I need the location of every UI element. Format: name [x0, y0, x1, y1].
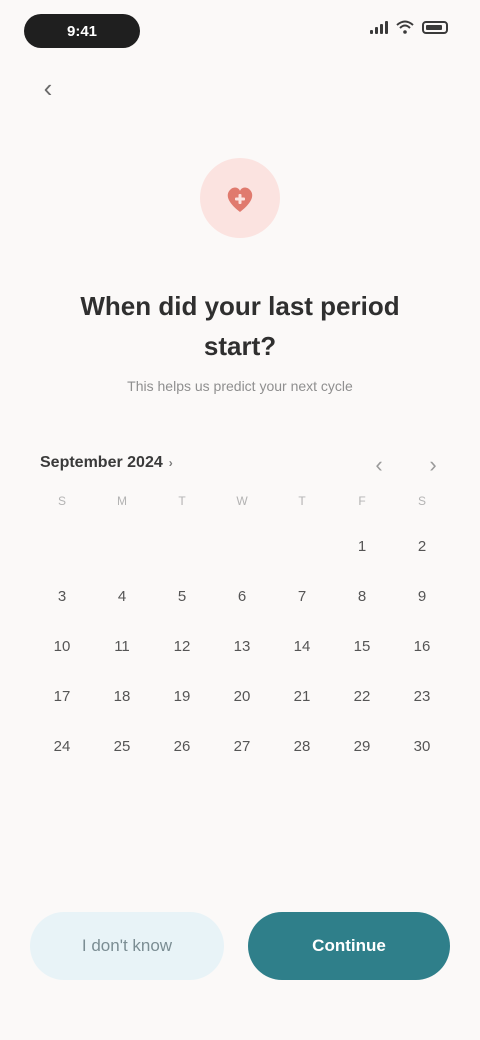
- weekday-label: M: [117, 494, 127, 508]
- calendar-day[interactable]: 8: [340, 574, 384, 618]
- calendar-day[interactable]: 9: [400, 574, 444, 618]
- calendar-day[interactable]: 7: [280, 574, 324, 618]
- weekday-label: S: [417, 494, 426, 508]
- calendar-day[interactable]: 25: [100, 724, 144, 768]
- calendar-day[interactable]: 16: [400, 624, 444, 668]
- calendar-day[interactable]: 4: [100, 574, 144, 618]
- calendar-day[interactable]: 15: [340, 624, 384, 668]
- calendar-day[interactable]: 2: [400, 524, 444, 568]
- calendar-day[interactable]: 14: [280, 624, 324, 668]
- calendar-day[interactable]: 29: [340, 724, 384, 768]
- calendar-day[interactable]: 17: [40, 674, 84, 718]
- calendar-day[interactable]: 20: [220, 674, 264, 718]
- calendar-day[interactable]: 18: [100, 674, 144, 718]
- calendar-day[interactable]: 22: [340, 674, 384, 718]
- calendar-day[interactable]: 19: [160, 674, 204, 718]
- calendar-day[interactable]: 24: [40, 724, 84, 768]
- page-title: When did your last period start?: [80, 291, 400, 361]
- weekday-label: W: [236, 494, 248, 508]
- calendar-day[interactable]: 23: [400, 674, 444, 718]
- calendar-day[interactable]: 30: [400, 724, 444, 768]
- month-selector[interactable]: September 2024 ›: [40, 454, 173, 472]
- status-time: 9:41: [24, 14, 140, 48]
- calendar-day[interactable]: 10: [40, 624, 84, 668]
- calendar-day[interactable]: 13: [220, 624, 264, 668]
- continue-button[interactable]: Continue: [248, 912, 450, 980]
- next-month-button[interactable]: ›: [418, 450, 448, 480]
- calendar-header: September 2024 › ‹ ›: [40, 448, 450, 482]
- status-icons: [370, 20, 448, 34]
- status-bar: 9:41: [0, 0, 480, 64]
- calendar-day[interactable]: 1: [340, 524, 384, 568]
- wifi-icon: [396, 20, 414, 34]
- month-label: September 2024: [40, 454, 163, 471]
- chevron-left-icon: ‹: [43, 72, 53, 103]
- back-button[interactable]: ‹: [30, 70, 66, 106]
- weekday-label: S: [57, 494, 66, 508]
- calendar-day[interactable]: 26: [160, 724, 204, 768]
- calendar-day[interactable]: 11: [100, 624, 144, 668]
- calendar-day[interactable]: 12: [160, 624, 204, 668]
- weekday-row: S M T W T F S: [32, 494, 452, 518]
- calendar-day[interactable]: 6: [220, 574, 264, 618]
- action-bar: I don't know Continue: [30, 912, 450, 980]
- calendar-day[interactable]: 5: [160, 574, 204, 618]
- dont-know-button[interactable]: I don't know: [30, 912, 224, 980]
- weekday-label: T: [298, 494, 306, 508]
- chevron-left-icon: ‹: [375, 452, 383, 477]
- calendar-day[interactable]: 28: [280, 724, 324, 768]
- prev-month-button[interactable]: ‹: [364, 450, 394, 480]
- calendar-day[interactable]: 21: [280, 674, 324, 718]
- page-subtitle: This helps us predict your next cycle: [127, 378, 353, 394]
- calendar-day[interactable]: 3: [40, 574, 84, 618]
- weekday-label: T: [178, 494, 186, 508]
- signal-icon: [370, 20, 388, 34]
- calendar-day[interactable]: 27: [220, 724, 264, 768]
- weekday-label: F: [358, 494, 366, 508]
- chevron-right-icon: ›: [429, 452, 437, 477]
- calendar-heart-icon: [200, 158, 280, 238]
- chevron-right-icon: ›: [168, 456, 173, 470]
- battery-icon: [422, 20, 448, 34]
